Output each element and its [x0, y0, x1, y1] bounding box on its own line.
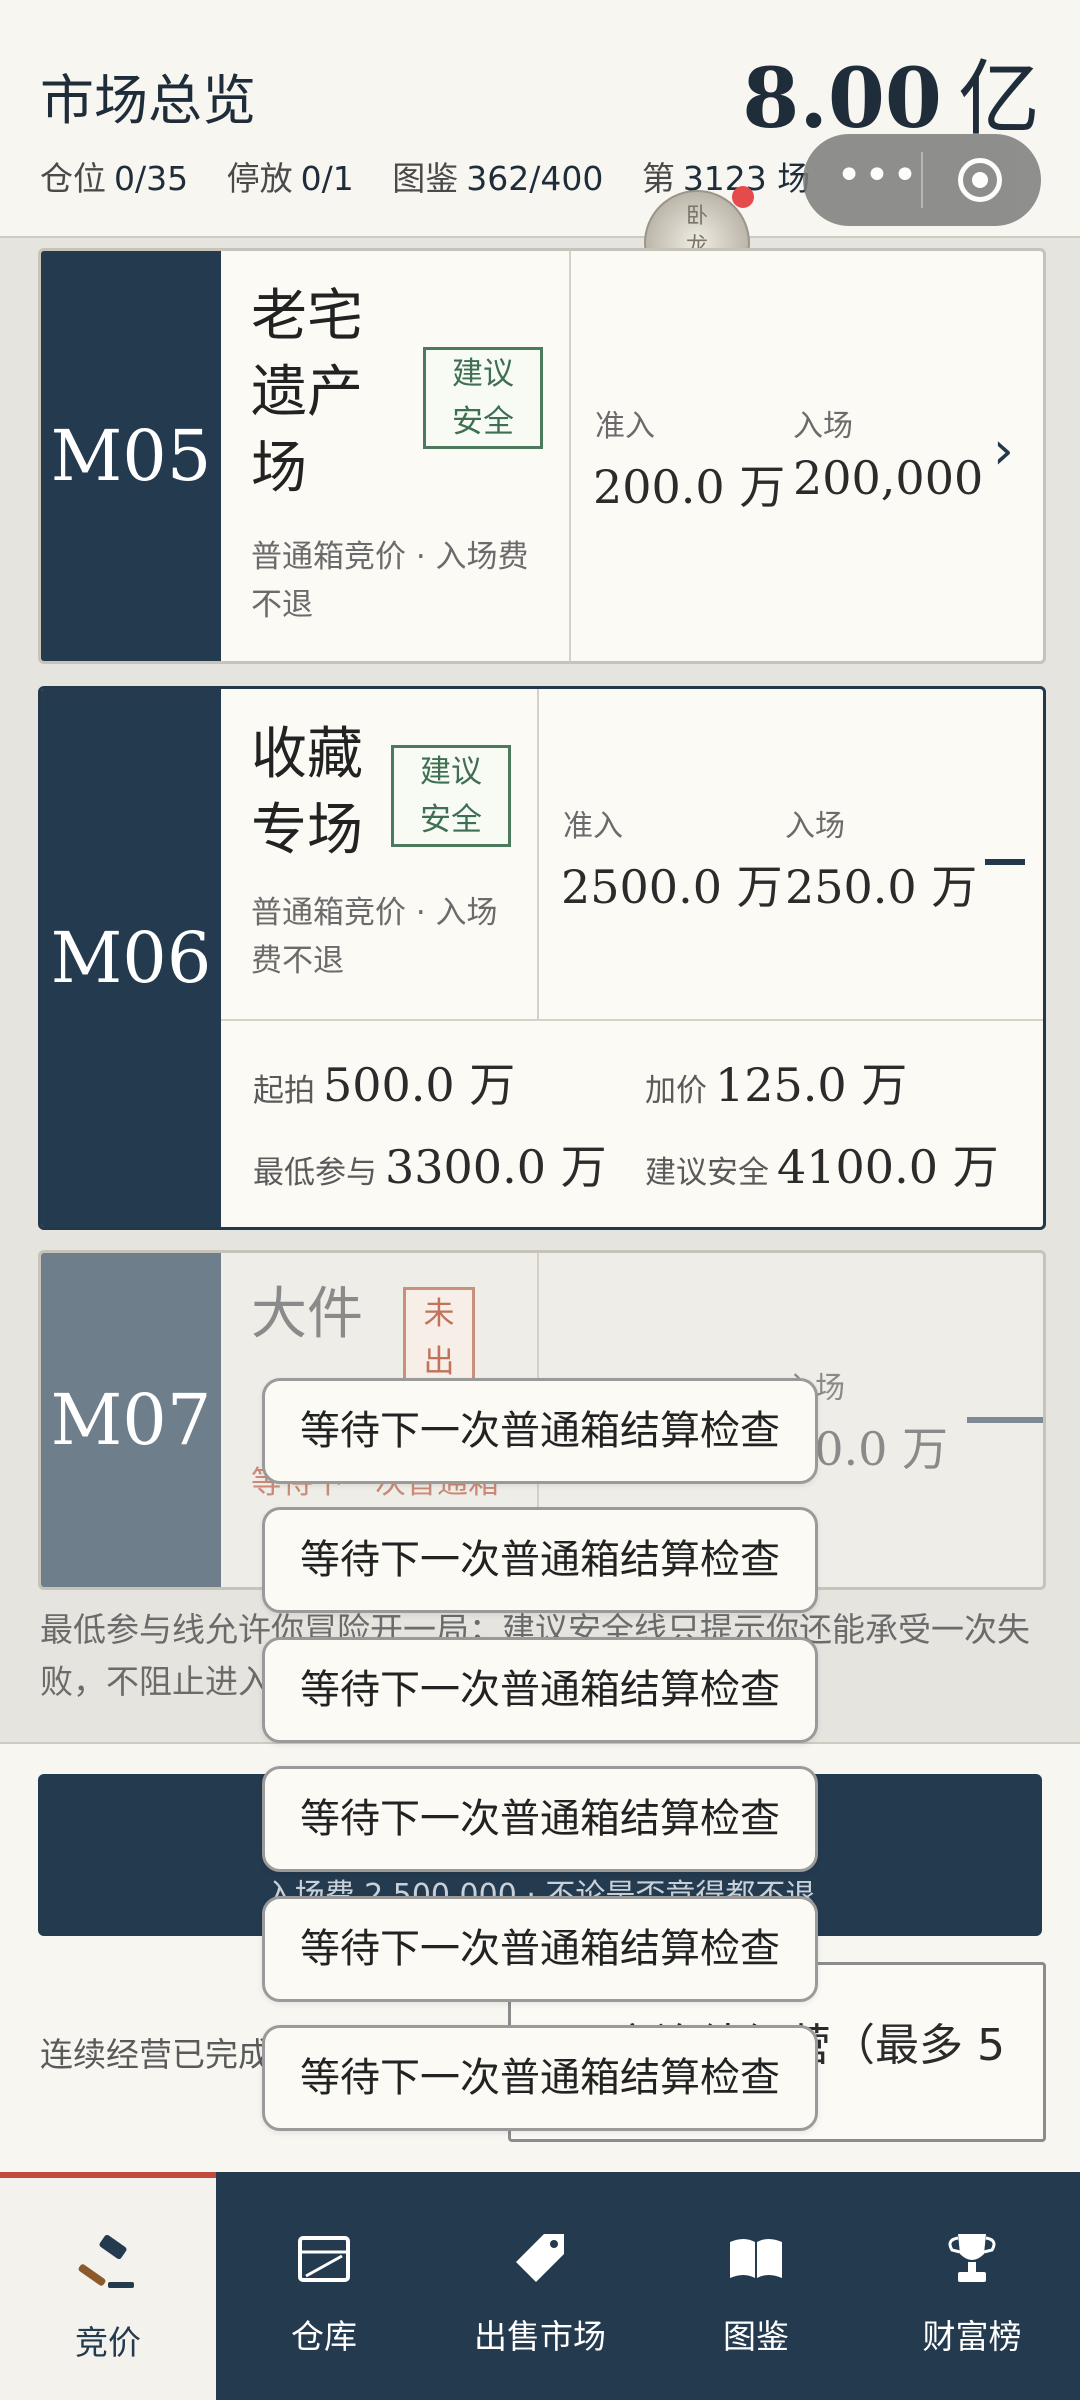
tab-label: 仓库 [291, 2317, 357, 2356]
safety-badge: 建议安全 [423, 347, 543, 449]
detail-label: 最低参与 [253, 1155, 377, 1191]
tab-warehouse[interactable]: 仓库 [216, 2172, 432, 2400]
detail-label: 起拍 [253, 1073, 315, 1109]
market-code: M06 [41, 689, 221, 1227]
market-name: 大件 [251, 1282, 363, 1347]
entry-label: 准入 [595, 409, 655, 444]
detail-label: 建议安全 [645, 1155, 769, 1191]
tab-label: 财富榜 [922, 2317, 1022, 2356]
market-code: M05 [41, 251, 221, 661]
detail-value: 125.0 万 [715, 1058, 908, 1112]
toast-message: 等待下一次普通箱结算检查 [262, 1507, 818, 1613]
collapse-icon[interactable] [967, 1417, 1043, 1423]
stats-bar: 仓位 0/35 停放 0/1 图鉴 362/400 第 3123 场 [40, 152, 838, 200]
notification-dot [732, 186, 754, 208]
tab-bidding[interactable]: 竞价 [0, 2172, 216, 2400]
balance-value: 8.00 [742, 51, 942, 147]
toast-message: 等待下一次普通箱结算检查 [262, 1766, 818, 1872]
chevron-right-icon: › [993, 421, 1014, 481]
divider [221, 1019, 1043, 1021]
divider [537, 689, 539, 1019]
miniprogram-capsule: ••• [803, 134, 1041, 226]
capsule-divider [921, 152, 923, 208]
toast-message: 等待下一次普通箱结算检查 [262, 1896, 818, 2002]
stat-value: 0/1 [300, 159, 354, 198]
market-name: 收藏专场 [251, 722, 363, 863]
market-card-m06[interactable]: M06 收藏专场 建议安全 普通箱竞价 · 入场费不退 准入 2500.0 万 … [38, 686, 1046, 1230]
tab-label: 竞价 [75, 2323, 141, 2362]
market-name: 老宅遗产场 [251, 284, 363, 501]
market-desc: 普通箱竞价 · 入场费不退 [251, 539, 529, 623]
detail-value: 4100.0 万 [777, 1140, 999, 1194]
price-tag-icon [516, 2234, 564, 2282]
book-icon [730, 2239, 782, 2278]
tab-wealth-ranking[interactable]: 财富榜 [864, 2172, 1080, 2400]
gavel-icon [78, 2234, 134, 2288]
entry-value: 200.0 万 [593, 460, 786, 514]
detail-value: 3300.0 万 [385, 1140, 607, 1194]
stat-value: 362/400 [466, 159, 604, 198]
stat-label: 图鉴 [392, 159, 459, 198]
market-card-m05[interactable]: M05 老宅遗产场 建议安全 普通箱竞价 · 入场费不退 准入 200.0 万 … [38, 248, 1046, 664]
collapse-icon[interactable] [985, 859, 1025, 865]
stat-label: 第 [641, 159, 675, 198]
safety-badge: 建议安全 [391, 745, 511, 847]
page-title: 市场总览 [40, 69, 256, 132]
divider [569, 251, 571, 661]
toast-message: 等待下一次普通箱结算检查 [262, 1637, 818, 1743]
stat-label: 仓位 [40, 159, 106, 198]
market-code: M07 [41, 1253, 221, 1587]
bid-increment: 加价 125.0 万 [645, 1049, 907, 1115]
tab-collection[interactable]: 图鉴 [648, 2172, 864, 2400]
continuous-status: 连续经营已完成 [40, 2035, 271, 2074]
tab-bar: 竞价 仓库 出售市场 图鉴 财富榜 [0, 2172, 1080, 2400]
crate-icon [298, 2236, 350, 2282]
toast-message: 等待下一次普通箱结算检查 [262, 1378, 818, 1484]
suggested-safety: 建议安全 4100.0 万 [645, 1131, 999, 1197]
fee-value: 250.0 万 [785, 860, 978, 914]
stat-label: 停放 [226, 159, 293, 198]
stat-value: 0/35 [114, 159, 189, 198]
trophy-icon [948, 2234, 996, 2282]
detail-label: 加价 [645, 1073, 707, 1109]
tab-label: 图鉴 [723, 2317, 789, 2356]
fee-value: 200,000 [793, 451, 984, 505]
start-price: 起拍 500.0 万 [253, 1049, 515, 1115]
more-icon[interactable]: ••• [833, 154, 923, 204]
tab-label: 出售市场 [474, 2317, 606, 2356]
market-desc: 普通箱竞价 · 入场费不退 [251, 895, 498, 979]
tab-sell-market[interactable]: 出售市场 [432, 2172, 648, 2400]
fee-label: 入场 [793, 409, 853, 444]
toast-message: 等待下一次普通箱结算检查 [262, 2025, 818, 2131]
entry-label: 准入 [563, 809, 623, 844]
entry-value: 2500.0 万 [561, 860, 783, 914]
close-target-icon[interactable] [958, 158, 1002, 202]
balance-unit: 亿 [957, 52, 1040, 147]
min-participation: 最低参与 3300.0 万 [253, 1131, 607, 1197]
detail-value: 500.0 万 [323, 1058, 516, 1112]
unavailable-badge: 未出 [403, 1287, 475, 1389]
fee-label: 入场 [785, 809, 845, 844]
